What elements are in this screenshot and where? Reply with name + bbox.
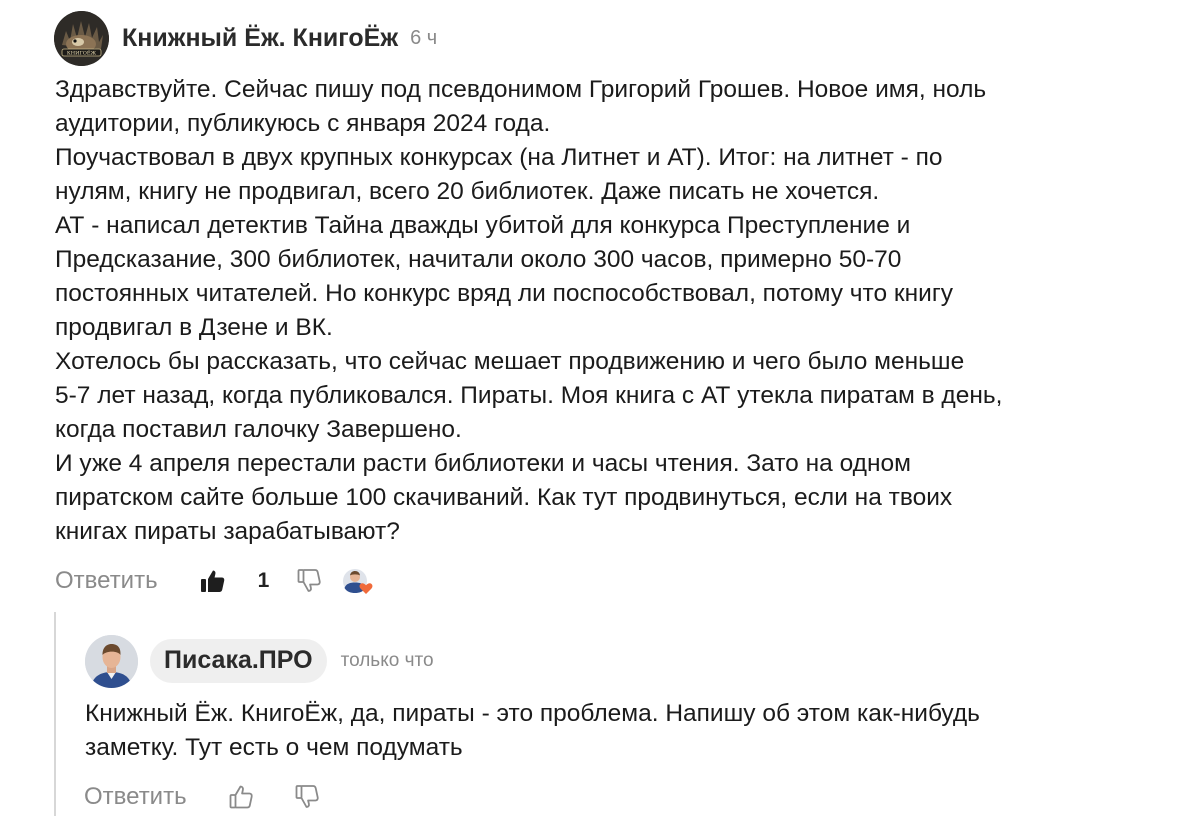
thread-line [54,612,56,816]
comment-line: пиратском сайте больше 100 скачиваний. К… [55,484,953,511]
comment-time: 6 ч [410,26,438,49]
reply-time: только что [340,650,434,671]
comment-line: Предсказание, 300 библиотек, начитали ок… [55,246,902,273]
reply-reply-button[interactable]: Ответить [84,783,187,811]
reply-author-name[interactable]: Писака.ПРО [150,639,327,683]
comment-line: когда поставил галочку Завершено. [55,416,462,443]
comment-line: аудитории, публикуюсь с января 2024 года… [55,110,551,137]
avatar-logo-text: КНИГОЁЖ [67,49,97,56]
thumbs-up-icon[interactable] [229,784,255,810]
comment-line: 5-7 лет назад, когда публиковался. Пират… [55,382,1003,409]
comment-line: АТ - написал детектив Тайна дважды убито… [55,212,911,239]
comment-line: книгах пираты зарабатывают? [55,518,400,545]
like-count: 1 [257,569,270,592]
comment-line: продвигал в Дзене и ВК. [55,314,333,341]
thumbs-up-filled-icon[interactable] [200,568,226,594]
comment-line: нулям, книгу не продвигал, всего 20 библ… [55,178,880,205]
comment-text: Здравствуйте. Сейчас пишу под псевдонимо… [55,73,1175,549]
author-avatar[interactable]: КНИГОЁЖ [54,10,109,66]
author-heart-avatar [341,566,375,596]
comment-line: Здравствуйте. Сейчас пишу под псевдонимо… [55,76,987,103]
reply-actions: Ответить [84,779,321,815]
reply-header: Писака.ПРО только что [85,632,434,690]
reply-author-avatar[interactable] [85,634,138,688]
reply-text: Книжный Ёж. КнигоЁж, да, пираты - это пр… [85,697,1185,765]
comment-line: постоянных читателей. Но конкурс вряд ли… [55,280,954,307]
comment-header: КНИГОЁЖ Книжный Ёж. КнигоЁж 6 ч [54,10,437,66]
thumbs-down-icon[interactable] [297,568,323,594]
author-name[interactable]: Книжный Ёж. КнигоЁж [122,24,398,53]
reply-line: Книжный Ёж. КнигоЁж, да, пираты - это пр… [85,700,980,727]
reply-button[interactable]: Ответить [55,567,158,595]
comment-actions: Ответить 1 [55,563,375,599]
comment-line: Поучаствовал в двух крупных конкурсах (н… [55,144,943,171]
comment-line: Хотелось бы рассказать, что сейчас мешае… [55,348,965,375]
reply-thumbs-down-icon[interactable] [295,784,321,810]
reply-line: заметку. Тут есть о чем подумать [85,734,463,761]
comment-line: И уже 4 апреля перестали расти библиотек… [55,450,911,477]
